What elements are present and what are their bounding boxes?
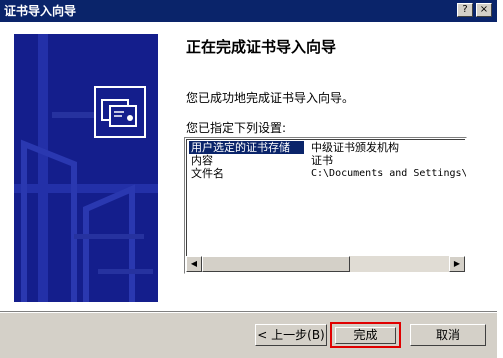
setting-value: 证书 (311, 154, 333, 167)
wizard-side-panel (14, 34, 158, 302)
arrow-right-icon: ▶ (453, 259, 461, 268)
window-title: 证书导入向导 (4, 4, 77, 18)
help-button[interactable]: ? (457, 3, 473, 17)
divider (0, 312, 497, 313)
wizard-content: 正在完成证书导入向导 您已成功地完成证书导入向导。 您已指定下列设置: 用户选定… (0, 22, 497, 311)
finish-button[interactable]: 完成 (335, 327, 396, 344)
certificate-icon (94, 86, 146, 138)
scroll-left-button[interactable]: ◀ (186, 256, 202, 272)
settings-listbox[interactable]: 用户选定的证书存储 中级证书颁发机构 内容 证书 文件名 C:\Document… (184, 137, 467, 274)
scroll-right-button[interactable]: ▶ (449, 256, 465, 272)
settings-label: 您已指定下列设置: (186, 121, 287, 135)
setting-value: 中级证书颁发机构 (311, 141, 399, 154)
arrow-left-icon: ◀ (190, 259, 198, 268)
side-panel-graphic (14, 34, 158, 302)
setting-name: 内容 (191, 154, 213, 167)
back-button[interactable]: < 上一步(B) (255, 324, 327, 346)
title-bar[interactable]: 证书导入向导 ? × (0, 0, 497, 22)
horizontal-scrollbar[interactable]: ◀ ▶ (186, 256, 465, 272)
page-title: 正在完成证书导入向导 (186, 38, 337, 56)
success-message: 您已成功地完成证书导入向导。 (186, 91, 355, 105)
cancel-button[interactable]: 取消 (410, 324, 486, 346)
setting-name: 用户选定的证书存储 (189, 141, 304, 154)
close-button[interactable]: × (476, 3, 492, 17)
setting-name: 文件名 (191, 167, 224, 180)
background-window-edge (497, 0, 503, 358)
setting-value: C:\Documents and Settings\ (311, 168, 467, 179)
certificate-import-wizard-window: 证书导入向导 ? × 正在完成证书导入向导 您已成功地完成证书导入向导。 您已指… (0, 0, 497, 358)
scroll-thumb[interactable] (202, 256, 350, 272)
